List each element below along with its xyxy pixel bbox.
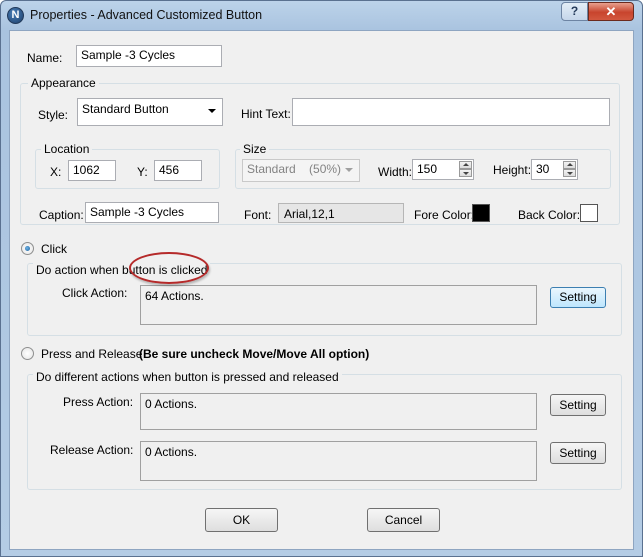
back-color-swatch[interactable] (580, 204, 598, 222)
location-title: Location (41, 142, 93, 156)
style-dropdown[interactable]: Standard Button (77, 98, 223, 126)
app-icon: N (7, 7, 24, 24)
size-preset-value: Standard (50%) (247, 162, 342, 176)
click-setting-button[interactable]: Setting (550, 287, 606, 308)
width-spin-buttons[interactable] (459, 161, 472, 177)
x-label: X: (50, 165, 62, 179)
height-value: 30 (536, 162, 550, 176)
release-action-label: Release Action: (50, 443, 134, 457)
press-release-group-title: Do different actions when button is pres… (33, 370, 342, 384)
cancel-button[interactable]: Cancel (367, 508, 440, 532)
click-action-label: Click Action: (62, 286, 128, 300)
chevron-down-icon (345, 168, 353, 172)
help-button[interactable]: ? (561, 2, 588, 21)
hint-text-label: Hint Text: (241, 107, 291, 121)
title-bar[interactable]: N Properties - Advanced Customized Butto… (1, 1, 642, 29)
appearance-title: Appearance (28, 76, 99, 90)
x-input[interactable]: 1062 (68, 160, 116, 181)
back-color-label: Back Color: (518, 208, 581, 222)
fore-color-label: Fore Color: (414, 208, 475, 222)
size-preset-dropdown[interactable]: Standard (50%) (242, 159, 360, 182)
caption-label: Caption: (39, 208, 84, 222)
release-setting-button[interactable]: Setting (550, 442, 606, 464)
press-action-label: Press Action: (63, 395, 134, 409)
click-radio-label[interactable]: Click (41, 242, 67, 256)
ok-button[interactable]: OK (205, 508, 278, 532)
release-action-box[interactable]: 0 Actions. (140, 441, 537, 481)
y-input[interactable]: 456 (154, 160, 202, 181)
dialog-window: N Properties - Advanced Customized Butto… (0, 0, 643, 557)
caption-input[interactable]: Sample -3 Cycles (85, 202, 219, 223)
width-value: 150 (417, 162, 438, 176)
spin-down-icon[interactable] (563, 169, 576, 177)
press-release-note: (Be sure uncheck Move/Move All option) (139, 347, 370, 361)
click-radio[interactable] (21, 242, 34, 255)
width-label: Width: (378, 165, 413, 179)
window-title: Properties - Advanced Customized Button (30, 8, 263, 22)
style-value: Standard Button (82, 102, 169, 116)
name-input[interactable]: Sample -3 Cycles (76, 45, 222, 67)
hint-text-input[interactable] (292, 98, 610, 126)
chevron-down-icon (208, 109, 216, 113)
size-title: Size (240, 142, 270, 156)
height-spin-buttons[interactable] (563, 161, 576, 177)
annotation-ellipse (129, 252, 209, 284)
press-release-label[interactable]: Press and Release (41, 347, 142, 361)
y-label: Y: (137, 165, 148, 179)
close-button[interactable]: ✕ (588, 2, 634, 21)
press-action-box[interactable]: 0 Actions. (140, 393, 537, 430)
press-setting-button[interactable]: Setting (550, 394, 606, 416)
font-label: Font: (244, 208, 272, 222)
width-stepper[interactable]: 150 (412, 159, 474, 180)
fore-color-swatch[interactable] (472, 204, 490, 222)
name-label: Name: (27, 51, 63, 65)
spin-down-icon[interactable] (459, 169, 472, 177)
press-release-radio[interactable] (21, 347, 34, 360)
style-label: Style: (38, 108, 69, 122)
spin-up-icon[interactable] (459, 161, 472, 169)
height-stepper[interactable]: 30 (531, 159, 578, 180)
height-label: Height: (493, 163, 532, 177)
spin-up-icon[interactable] (563, 161, 576, 169)
dialog-body: Name: Sample -3 Cycles Appearance Style:… (9, 30, 634, 550)
font-value[interactable]: Arial,12,1 (278, 203, 404, 223)
click-action-box[interactable]: 64 Actions. (140, 285, 537, 325)
